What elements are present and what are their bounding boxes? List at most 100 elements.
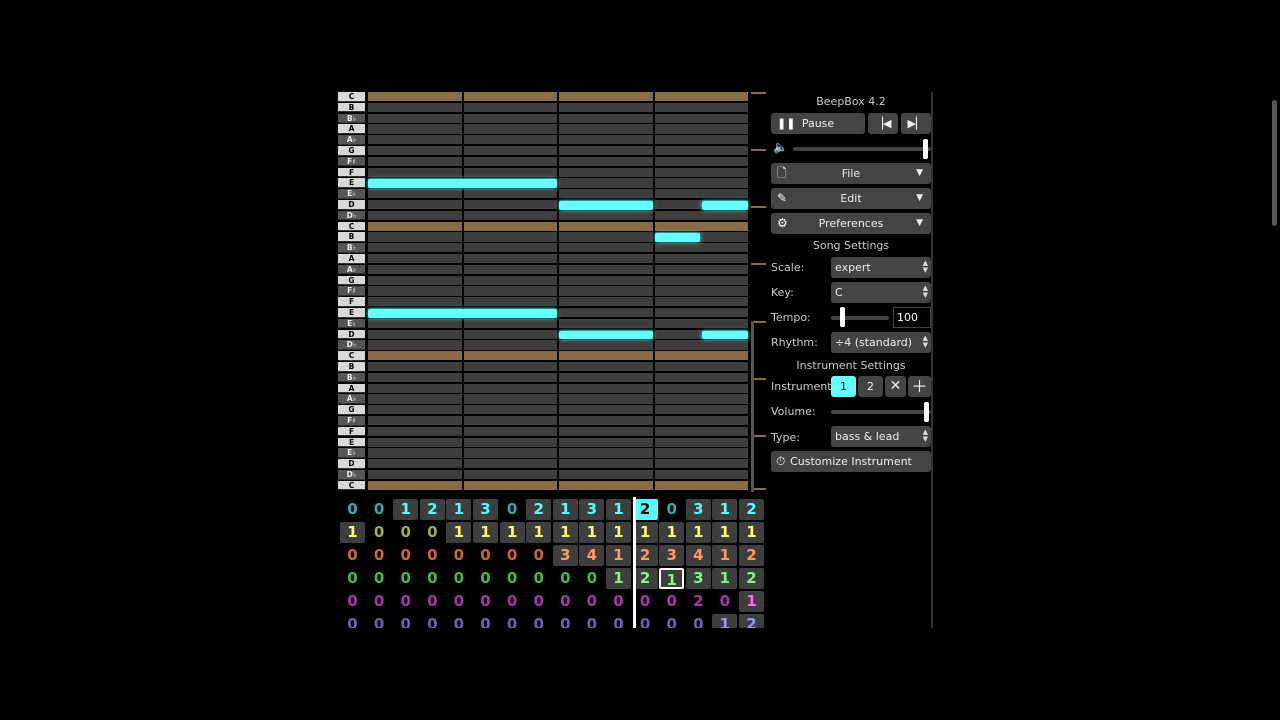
grid-cell[interactable] [559,351,653,361]
pattern-cell[interactable]: 0 [606,591,631,612]
grid-cell[interactable] [559,448,653,458]
grid-cell[interactable] [463,318,557,329]
piano-key[interactable]: E♭ [338,318,365,329]
grid-cell[interactable] [463,362,557,372]
pattern-cell[interactable]: 0 [553,568,578,589]
pattern-cell[interactable]: 1 [446,522,472,543]
pattern-cell[interactable]: 0 [393,545,418,566]
pattern-cell[interactable]: 0 [446,614,471,628]
grid-cell[interactable] [463,156,557,167]
grid-cell[interactable] [654,372,748,383]
pattern-cell[interactable]: 0 [393,522,418,543]
grid-cell[interactable] [463,275,557,285]
pattern-cell[interactable]: 0 [420,545,445,566]
grid-cell[interactable] [654,362,748,372]
pattern-cell[interactable]: 3 [552,545,578,566]
pattern-cell[interactable]: 1 [526,522,552,543]
pattern-cell[interactable]: 1 [632,522,658,543]
pattern-cell[interactable]: 1 [473,522,498,543]
pattern-cell[interactable]: 0 [420,522,445,543]
pattern-cell[interactable]: 0 [500,545,525,566]
grid-cell[interactable] [559,92,653,102]
note[interactable] [702,330,748,340]
pattern-cell[interactable]: 0 [367,499,392,520]
grid-cell[interactable] [559,178,653,188]
pattern-cell[interactable]: 2 [419,499,445,520]
pattern-cell[interactable]: 0 [420,591,445,612]
grid-cell[interactable] [654,448,748,458]
grid-cell[interactable] [654,480,748,491]
piano-key[interactable]: E [338,437,365,448]
grid-cell[interactable] [463,416,557,426]
grid-cell[interactable] [463,167,557,177]
instrument-1-button[interactable]: 1 [831,376,856,397]
instrument-volume-thumb[interactable] [924,402,930,422]
pattern-cell[interactable]: 1 [739,591,764,612]
pattern-cell[interactable]: 1 [685,522,711,543]
grid-cell[interactable] [463,470,557,480]
grid-cell[interactable] [654,286,748,296]
pattern-cell[interactable]: 3 [473,499,498,520]
pattern-cell[interactable]: 0 [367,522,392,543]
grid-cell[interactable] [463,351,557,361]
instrument-2-button[interactable]: 2 [858,376,883,397]
grid-cell[interactable] [559,254,653,264]
grid-cell[interactable] [463,92,557,102]
pattern-cell[interactable]: 0 [393,591,418,612]
grid-cell[interactable] [654,254,748,264]
pattern-cell[interactable]: 0 [526,545,551,566]
pattern-cell[interactable]: 2 [526,499,552,520]
grid-cell[interactable] [654,113,748,123]
pattern-cell[interactable]: 2 [739,568,764,589]
grid-cell[interactable] [559,189,653,199]
grid-cell[interactable] [368,437,462,447]
note[interactable] [368,179,557,189]
pattern-cell[interactable]: 0 [526,591,551,612]
grid-cell[interactable] [368,459,462,469]
grid-cell[interactable] [368,426,462,437]
grid-cell[interactable] [463,254,557,264]
grid-cell[interactable] [463,102,557,113]
piano-key[interactable]: B♭ [338,243,365,253]
pattern-cell[interactable]: 0 [393,568,418,589]
grid-cell[interactable] [368,221,462,231]
pattern-cell[interactable]: 0 [367,591,392,612]
pattern-cell[interactable]: 1 [340,522,365,543]
grid-cell[interactable] [559,124,653,134]
pattern-cell[interactable]: 0 [659,499,684,520]
page-scrollbar[interactable] [1272,100,1277,226]
pattern-cell[interactable]: 1 [606,499,631,520]
piano-key[interactable]: A [338,124,365,134]
grid-cell[interactable] [559,372,653,383]
grid-cell[interactable] [654,221,748,231]
pause-button[interactable]: ❚❚ Pause [771,113,865,134]
grid-cell[interactable] [463,146,557,156]
grid-cell[interactable] [463,448,557,458]
pattern-cell[interactable]: 4 [579,545,605,566]
grid-cell[interactable] [654,416,748,426]
pattern-cell[interactable]: 2 [632,499,658,520]
grid-cell[interactable] [368,156,462,167]
piano-key[interactable]: B♭ [338,113,365,124]
pattern-cell[interactable]: 0 [526,614,551,628]
grid-cell[interactable] [654,146,748,156]
grid-cell[interactable] [463,480,557,491]
grid-cell[interactable] [368,102,462,113]
pattern-cell[interactable]: 2 [739,614,764,628]
grid-cell[interactable] [654,437,748,447]
grid-cell[interactable] [368,448,462,458]
grid-cell[interactable] [368,405,462,415]
grid-cell[interactable] [463,297,557,307]
grid-cell[interactable] [463,210,557,221]
pattern-cell[interactable]: 0 [340,568,365,589]
grid-cell[interactable] [463,394,557,404]
grid-cell[interactable] [368,480,462,491]
grid-cell[interactable] [559,156,653,167]
tempo-input[interactable]: 100 [893,307,931,328]
pattern-cell[interactable]: 1 [606,568,631,589]
pattern-editor[interactable]: C B B♭ A A♭ G F♯ F E E♭ D D♭ C B B♭ A A♭ G F♯ F E E♭ D D♭ C B B♭ A A… [338,92,768,492]
grid-cell[interactable] [368,243,462,253]
grid-cell[interactable] [654,243,748,253]
pattern-cell[interactable]: 3 [579,499,605,520]
remove-instrument-button[interactable]: ✕ [885,376,906,397]
